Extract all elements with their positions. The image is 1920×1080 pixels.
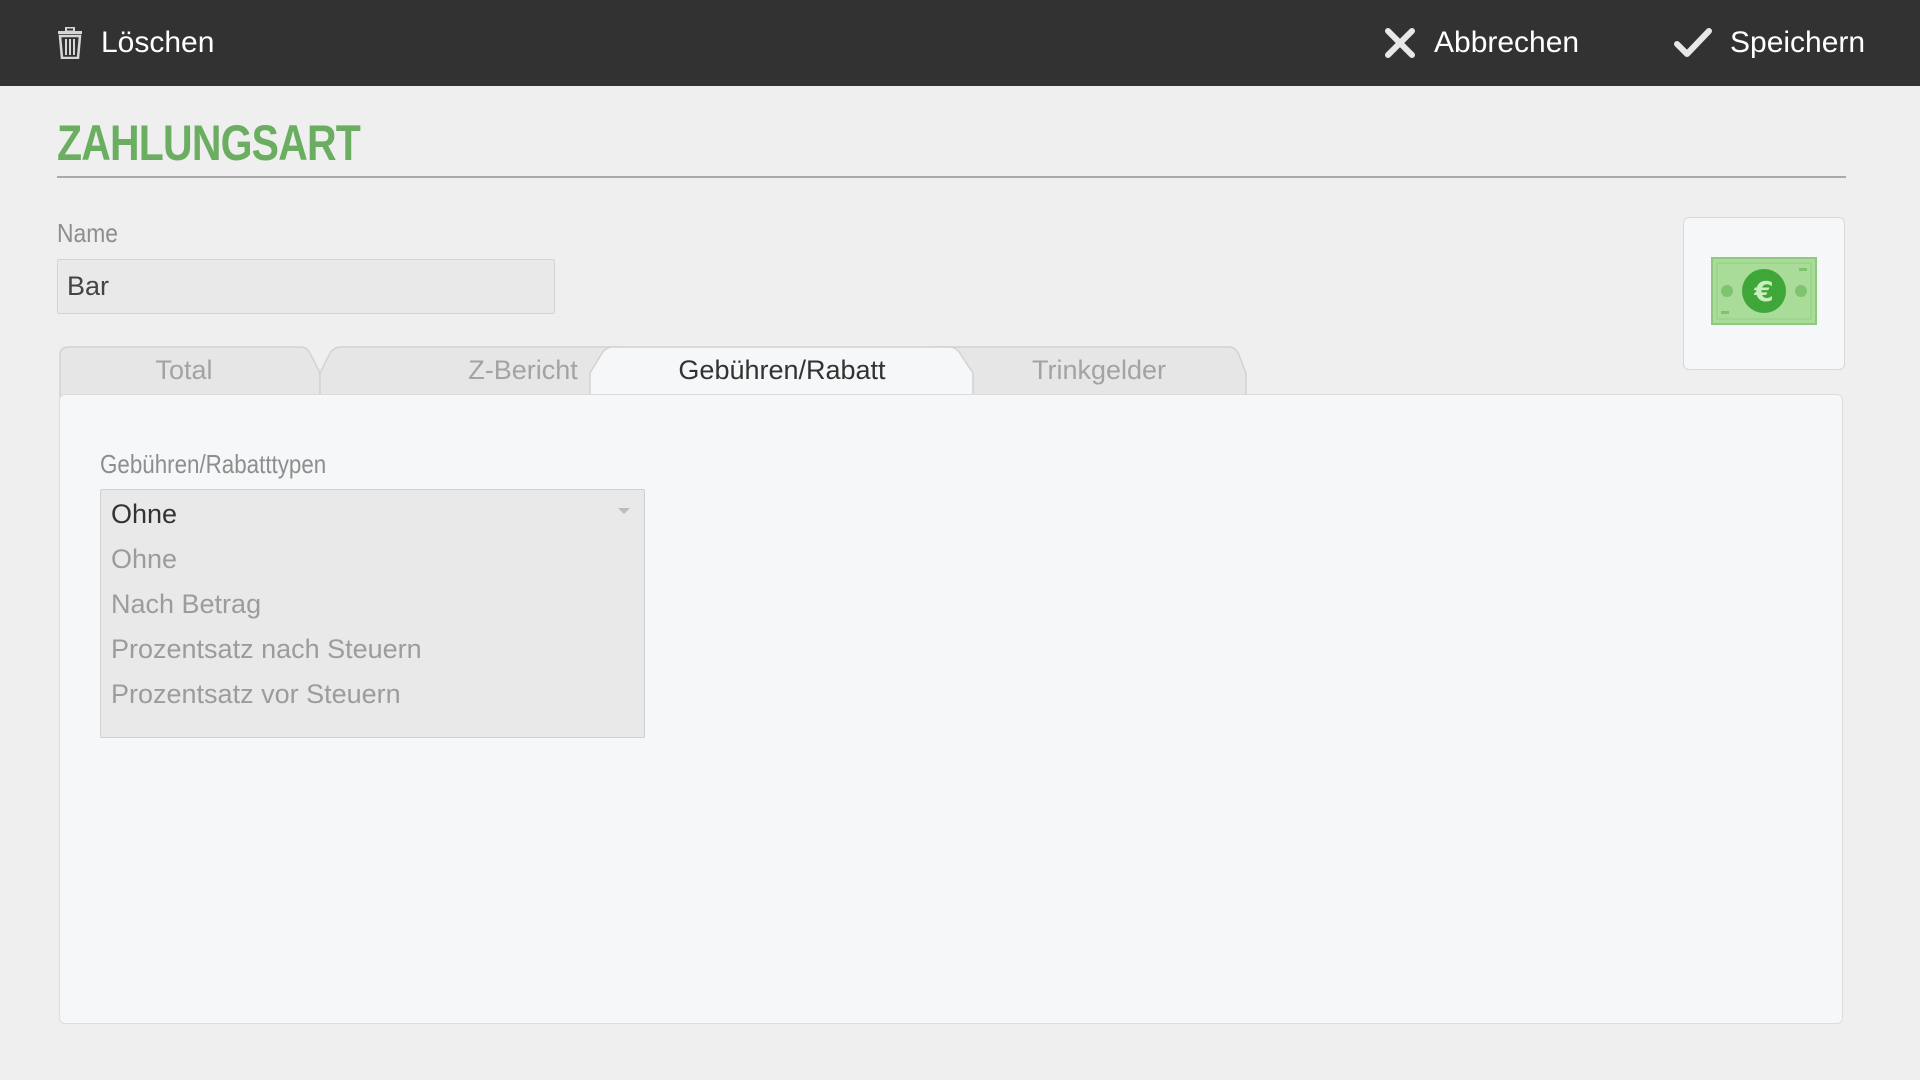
fee-type-select[interactable]: Ohne Ohne Nach Betrag Prozentsatz nach S… [100,489,645,738]
euro-banknote-icon: € [1711,257,1817,330]
tab-bar: Total Z-Bericht Trinkgelder Gebühren/Rab… [59,345,1247,397]
fee-type-selected-value[interactable]: Ohne [111,490,177,538]
save-label: Speichern [1730,26,1866,59]
delete-button[interactable]: Löschen [57,0,214,86]
cancel-button[interactable]: Abbrechen [1384,0,1579,86]
tab-gebuehren-rabatt[interactable]: Gebühren/Rabatt [589,345,975,397]
tab-label: Z-Bericht [468,354,578,385]
payment-icon-picker[interactable]: € [1683,217,1845,370]
chevron-down-icon[interactable] [618,508,630,514]
top-toolbar: Löschen Abbrechen Speichern [0,0,1920,86]
trash-icon [57,27,83,59]
checkmark-icon [1674,27,1712,59]
name-input[interactable] [57,259,555,314]
svg-text:€: € [1753,275,1773,308]
fee-type-option-ohne[interactable]: Ohne [111,542,177,576]
title-divider [57,176,1846,178]
close-icon [1384,27,1416,59]
tab-label: Total [155,354,213,385]
fee-type-option-prozentsatz-vor-steuern[interactable]: Prozentsatz vor Steuern [111,677,401,711]
fee-type-option-prozentsatz-nach-steuern[interactable]: Prozentsatz nach Steuern [111,632,422,666]
name-label: Name [57,218,119,248]
tab-label: Trinkgelder [1031,354,1167,385]
page-title: ZAHLUNGSART [57,115,361,171]
delete-label: Löschen [101,26,215,59]
tab-label: Gebühren/Rabatt [678,354,886,385]
cancel-label: Abbrechen [1434,26,1580,59]
tab-total[interactable]: Total [59,345,321,397]
fee-type-label: Gebühren/Rabatttypen [100,449,327,479]
fee-type-option-nach-betrag[interactable]: Nach Betrag [111,587,261,621]
save-button[interactable]: Speichern [1674,0,1865,86]
